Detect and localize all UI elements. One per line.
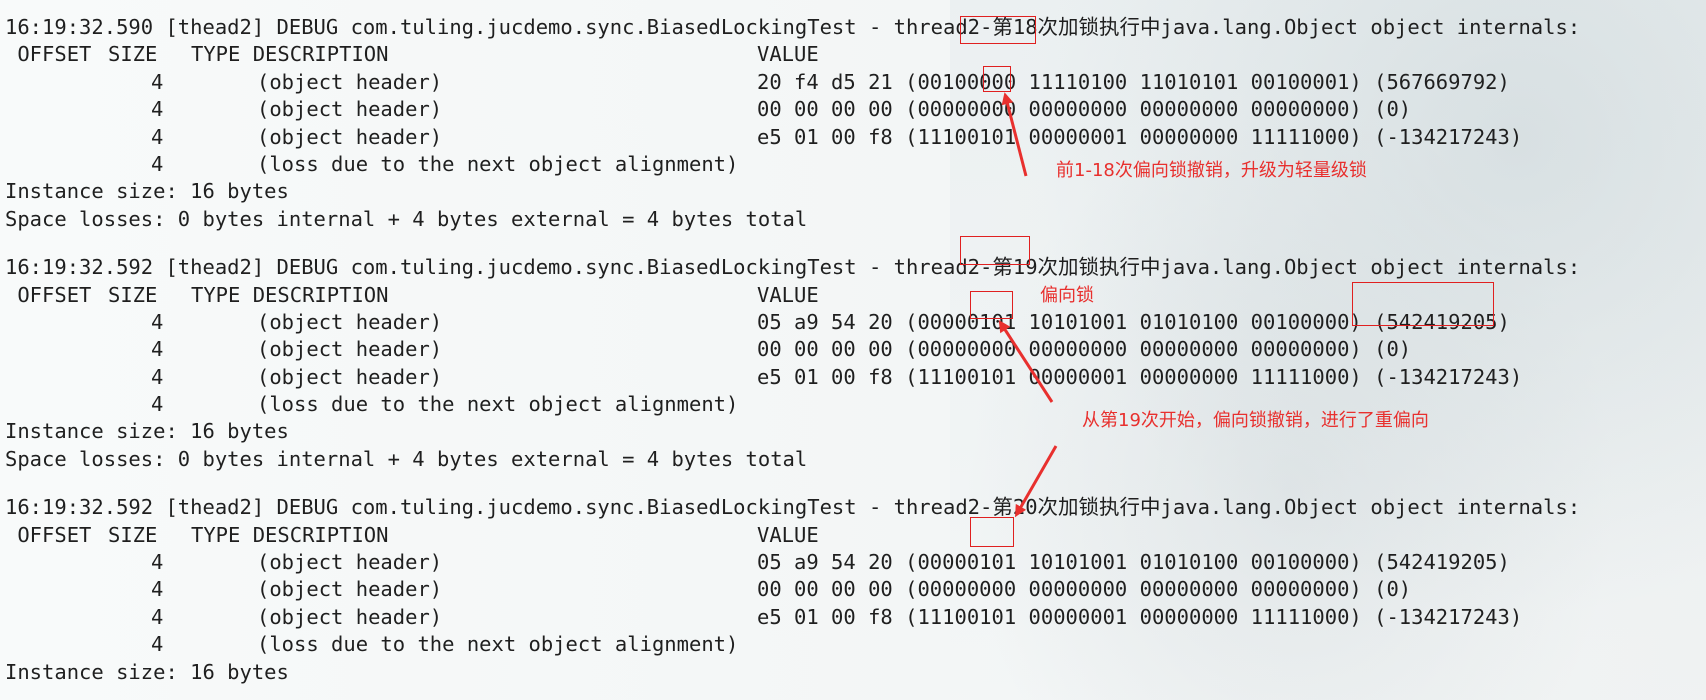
description-cell: (object header) [257,337,443,362]
column-header: SIZE [108,42,158,67]
terminal-output: 16:19:32.590 [thead2] DEBUG com.tuling.j… [5,14,1580,686]
column-header: TYPE DESCRIPTION [191,282,389,307]
description-cell: (object header) [257,69,443,94]
size-cell: 4 [151,97,164,122]
description-cell: (loss due to the next object alignment) [257,392,739,417]
value-cell: 00 00 00 00 (00000000 00000000 00000000 … [757,97,1412,122]
column-header: VALUE [757,42,819,67]
table-row: 84(object header)e5 01 00 f8 (11100101 0… [5,604,1580,631]
column-header: SIZE [108,282,158,307]
size-cell: 4 [151,309,164,334]
size-cell: 4 [151,364,164,389]
space-losses-line: Space losses: 0 bytes internal + 4 bytes… [5,446,808,471]
log-header-line: 16:19:32.590 [thead2] DEBUG com.tuling.j… [5,15,1581,39]
column-header-row: OFFSET SIZE TYPE DESCRIPTION VALUE [5,41,1580,68]
column-header: OFFSET [5,522,92,547]
value-cell: e5 01 00 f8 (11100101 00000001 00000000 … [757,364,1523,389]
description-cell: (object header) [257,550,443,575]
size-cell: 4 [151,392,164,417]
table-row: 04(object header)20 f4 d5 21 (00100000 1… [5,69,1580,96]
instance-size-line: Instance size: 16 bytes [5,659,289,684]
column-header-row: OFFSET SIZE TYPE DESCRIPTION VALUE [5,522,1580,549]
description-cell: (loss due to the next object alignment) [257,151,739,176]
column-header: OFFSET [5,42,92,67]
value-cell: e5 01 00 f8 (11100101 00000001 00000000 … [757,124,1523,149]
table-row: 44(object header)00 00 00 00 (00000000 0… [5,96,1580,123]
column-header: OFFSET [5,282,92,307]
size-cell: 4 [151,632,164,657]
size-cell: 4 [151,577,164,602]
column-header-row: OFFSET SIZE TYPE DESCRIPTION VALUE [5,282,1580,309]
value-cell: 05 a9 54 20 (00000101 10101001 01010100 … [757,550,1510,575]
table-row: 84(object header)e5 01 00 f8 (11100101 0… [5,364,1580,391]
table-row: 04(object header)05 a9 54 20 (00000101 1… [5,549,1580,576]
space-losses-line: Space losses: 0 bytes internal + 4 bytes… [5,206,808,231]
table-row: 84(object header)e5 01 00 f8 (11100101 0… [5,124,1580,151]
annotation-note-3: 从第19次开始，偏向锁撤销，进行了重偏向 [1082,410,1429,431]
log-header-line: 16:19:32.592 [thead2] DEBUG com.tuling.j… [5,255,1581,280]
table-row: 44(object header)00 00 00 00 (00000000 0… [5,336,1580,363]
log-header-line: 16:19:32.592 [thead2] DEBUG com.tuling.j… [5,495,1581,520]
table-row: 124(loss due to the next object alignmen… [5,631,1580,658]
instance-size-line: Instance size: 16 bytes [5,179,289,204]
column-header: SIZE [108,522,158,547]
annotation-note-2: 偏向锁 [1040,285,1094,306]
description-cell: (object header) [257,364,443,389]
value-cell: 00 00 00 00 (00000000 00000000 00000000 … [757,577,1412,602]
size-cell: 4 [151,550,164,575]
description-cell: (object header) [257,577,443,602]
value-cell: 05 a9 54 20 (00000101 10101001 01010100 … [757,309,1510,334]
annotation-note-1: 前1-18次偏向锁撤销，升级为轻量级锁 [1056,160,1367,181]
size-cell: 4 [151,151,164,176]
description-cell: (object header) [257,97,443,122]
value-cell: e5 01 00 f8 (11100101 00000001 00000000 … [757,604,1523,629]
description-cell: (object header) [257,124,443,149]
value-cell: 20 f4 d5 21 (00100000 11110100 11010101 … [757,69,1510,94]
size-cell: 4 [151,337,164,362]
value-cell: 00 00 00 00 (00000000 00000000 00000000 … [757,337,1412,362]
column-header: VALUE [757,522,819,547]
column-header: TYPE DESCRIPTION [191,42,389,67]
description-cell: (object header) [257,309,443,334]
size-cell: 4 [151,604,164,629]
description-cell: (object header) [257,604,443,629]
size-cell: 4 [151,124,164,149]
description-cell: (loss due to the next object alignment) [257,632,739,657]
table-row: 44(object header)00 00 00 00 (00000000 0… [5,576,1580,603]
table-row: 04(object header)05 a9 54 20 (00000101 1… [5,309,1580,336]
column-header: VALUE [757,282,819,307]
column-header: TYPE DESCRIPTION [191,522,389,547]
size-cell: 4 [151,69,164,94]
